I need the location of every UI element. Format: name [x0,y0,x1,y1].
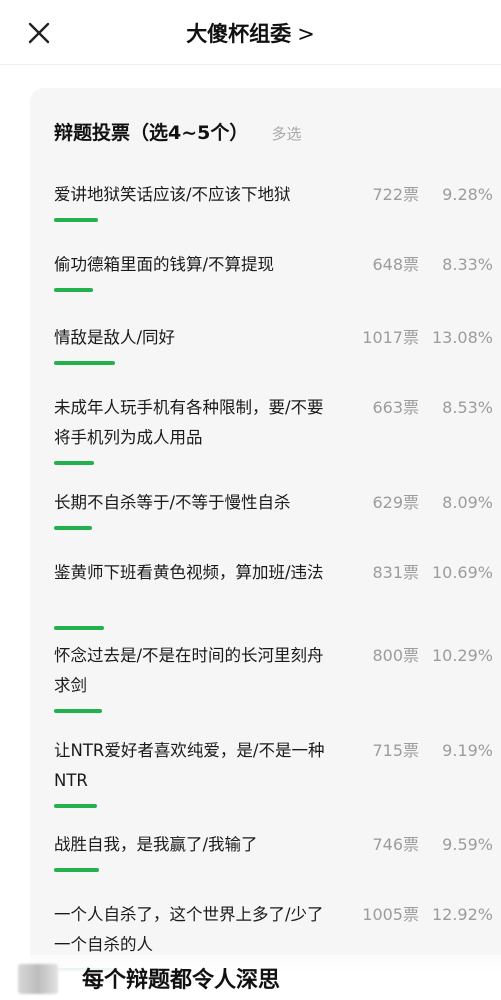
image-caption: 每个辩题都令人深思 [82,968,281,993]
poll-option-stats: 746票 9.59% [372,830,493,860]
poll-option[interactable]: 未成年人玩手机有各种限制，要/不要将手机列为成人用品 663票 8.53% [54,393,499,465]
poll-option-text: 长期不自杀等于/不等于慢性自杀 [54,493,291,512]
poll-option[interactable]: 偷功德箱里面的钱算/不算提现 648票 8.33% [54,250,499,292]
vote-count: 648票 [372,255,419,274]
poll-option-stats: 629票 8.09% [372,488,493,518]
poll-option-stats: 800票 10.29% [372,641,493,671]
vote-count: 1017票 [362,328,419,347]
vote-progress-bar [54,288,93,292]
poll-option-text: 偷功德箱里面的钱算/不算提现 [54,255,275,274]
vote-percent: 10.69% [431,563,493,582]
poll-option[interactable]: 一个人自杀了，这个世界上多了/少了一个自杀的人 1005票 12.92% [54,900,499,972]
vote-percent: 12.92% [431,905,493,924]
poll-option[interactable]: 爱讲地狱笑话应该/不应该下地狱 722票 9.28% [54,180,499,222]
top-bar: 大傻杯组委 > [0,0,501,65]
poll-option-text: 未成年人玩手机有各种限制，要/不要将手机列为成人用品 [54,398,324,447]
vote-progress-bar [54,868,99,872]
vote-percent: 8.33% [442,255,493,274]
poll-option-text: 鉴黄师下班看黄色视频，算加班/违法 [54,563,324,582]
poll-option-stats: 715票 9.19% [372,736,493,766]
vote-progress-bar [54,526,92,530]
vote-percent: 9.59% [442,835,493,854]
page-title[interactable]: 大傻杯组委 > [0,18,501,48]
vote-percent: 13.08% [431,328,493,347]
poll-option[interactable]: 鉴黄师下班看黄色视频，算加班/违法 831票 10.69% [54,558,499,630]
vote-progress-bar [54,804,97,808]
vote-progress-bar [54,218,98,222]
vote-progress-bar [54,626,104,630]
poll-option-stats: 663票 8.53% [372,393,493,423]
poll-option[interactable]: 战胜自我，是我赢了/我输了 746票 9.59% [54,830,499,872]
poll-option-stats: 831票 10.69% [372,558,493,588]
vote-count: 800票 [372,646,419,665]
blurred-avatar [18,964,58,994]
vote-count: 1005票 [362,905,419,924]
vote-percent: 8.53% [442,398,493,417]
vote-percent: 9.19% [442,741,493,760]
vote-count: 746票 [372,835,419,854]
poll-option-stats: 1005票 12.92% [362,900,493,930]
poll-option-stats: 1017票 13.08% [362,323,493,353]
vote-count: 629票 [372,493,419,512]
page-title-text: 大傻杯组委 [186,22,292,46]
vote-percent: 8.09% [442,493,493,512]
poll-option-stats: 648票 8.33% [372,250,493,280]
poll-header: 辩题投票（选4~5个） 多选 [54,118,301,145]
poll-option[interactable]: 长期不自杀等于/不等于慢性自杀 629票 8.09% [54,488,499,530]
poll-option-text: 战胜自我，是我赢了/我输了 [54,835,258,854]
vote-count: 722票 [372,185,419,204]
vote-count: 663票 [372,398,419,417]
chevron-right-icon: > [297,22,315,46]
vote-count: 715票 [372,741,419,760]
vote-progress-bar [54,361,115,365]
poll-option-text: 怀念过去是/不是在时间的长河里刻舟求剑 [54,646,324,695]
poll-option[interactable]: 情敌是敌人/同好 1017票 13.08% [54,323,499,365]
poll-option-stats: 722票 9.28% [372,180,493,210]
vote-progress-bar [54,461,94,465]
vote-progress-bar [54,709,102,713]
vote-percent: 10.29% [431,646,493,665]
poll-option-text: 一个人自杀了，这个世界上多了/少了一个自杀的人 [54,905,324,954]
poll-option[interactable]: 怀念过去是/不是在时间的长河里刻舟求剑 800票 10.29% [54,641,499,713]
poll-card: 辩题投票（选4~5个） 多选 爱讲地狱笑话应该/不应该下地狱 722票 9.28% 偷… [30,88,501,1000]
poll-option-text: 情敌是敌人/同好 [54,328,176,347]
poll-option[interactable]: 让NTR爱好者喜欢纯爱，是/不是一种NTR 715票 9.19% [54,736,499,808]
poll-title: 辩题投票（选4~5个） [54,122,249,144]
vote-percent: 9.28% [442,185,493,204]
poll-option-text: 让NTR爱好者喜欢纯爱，是/不是一种NTR [54,741,325,790]
poll-option-text: 爱讲地狱笑话应该/不应该下地狱 [54,185,291,204]
vote-count: 831票 [372,563,419,582]
poll-mode-label: 多选 [271,125,302,143]
